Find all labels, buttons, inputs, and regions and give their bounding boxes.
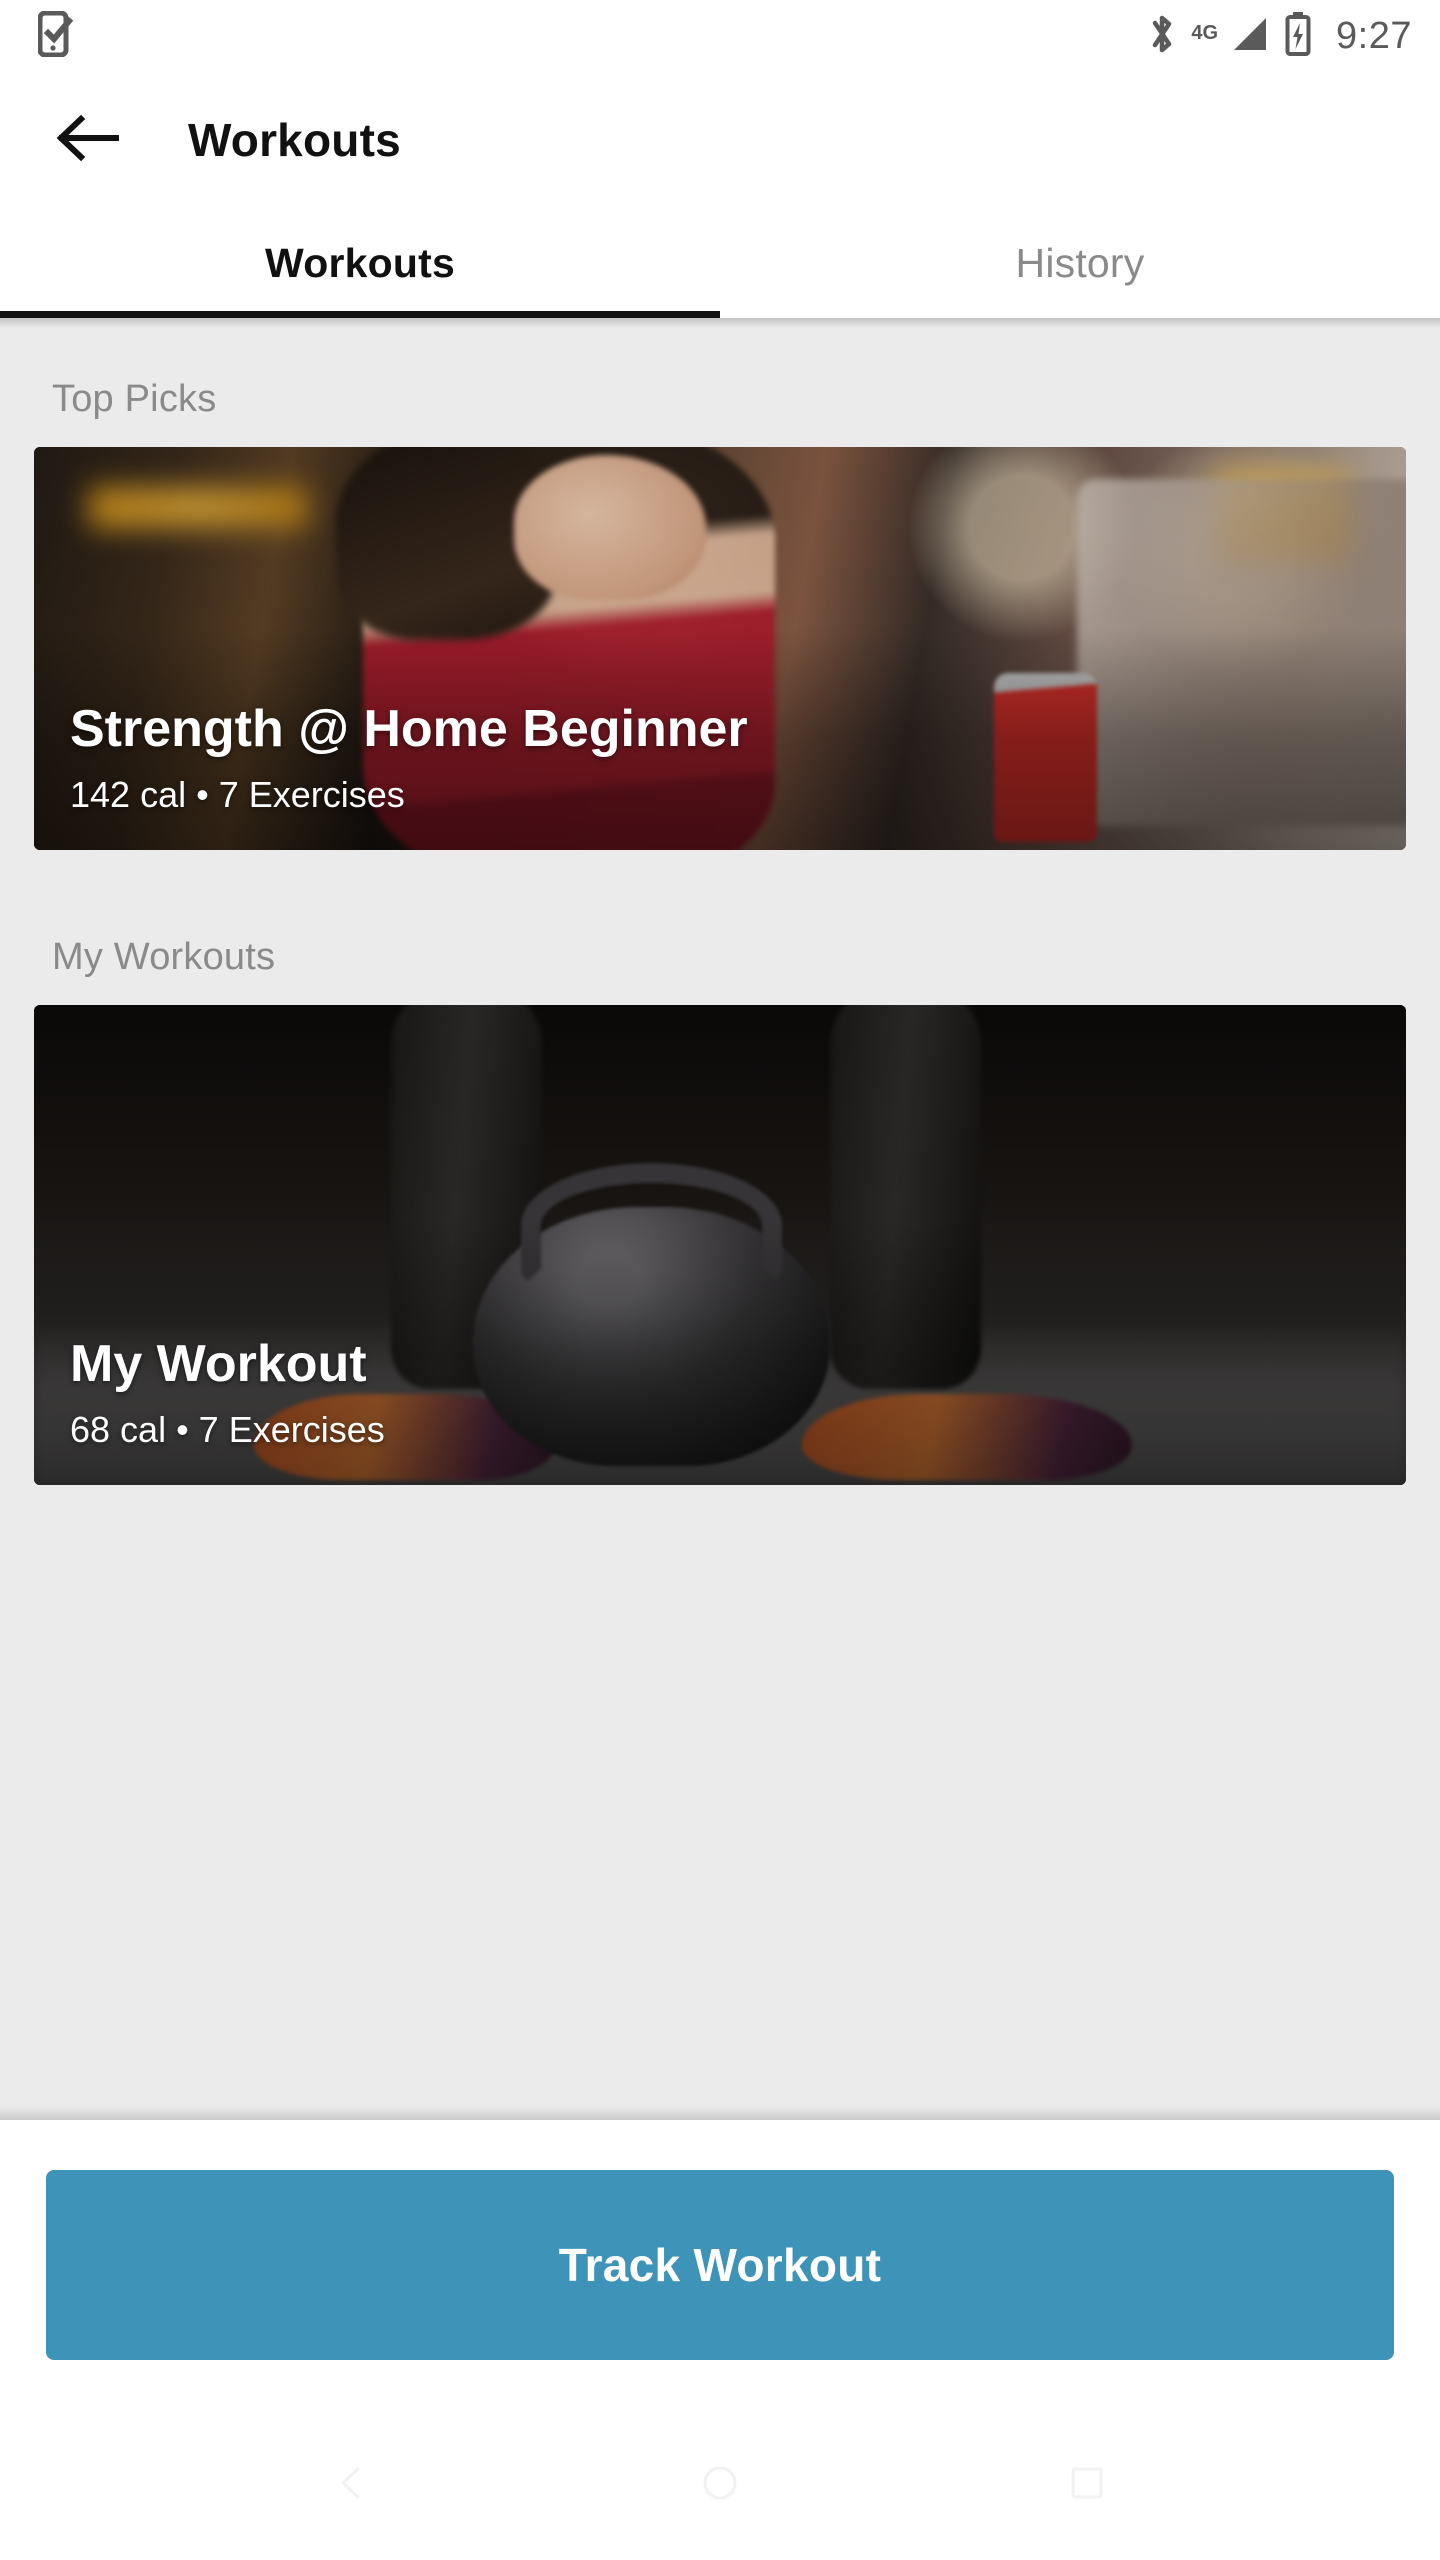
- workout-card-title: Strength @ Home Beginner: [70, 699, 748, 758]
- app-bar: Workouts: [0, 72, 1440, 208]
- status-bar-clock: 9:27: [1336, 15, 1412, 57]
- workouts-scroll-area[interactable]: Top Picks Strength @ Home Beginner 142 c…: [0, 318, 1440, 2290]
- bluetooth-icon: [1147, 12, 1177, 61]
- workout-card-text-block: Strength @ Home Beginner 142 cal • 7 Exe…: [70, 699, 748, 816]
- workout-card-subtitle: 142 cal • 7 Exercises: [70, 774, 405, 815]
- workout-card-title: My Workout: [70, 1334, 367, 1393]
- section-header-my-workouts: My Workouts: [52, 936, 276, 978]
- section-header-top-picks: Top Picks: [52, 378, 217, 420]
- workout-card-strength-at-home-beginner[interactable]: Strength @ Home Beginner 142 cal • 7 Exe…: [34, 447, 1406, 850]
- signal-bars-icon: [1228, 12, 1270, 61]
- phone-check-icon: [37, 10, 78, 62]
- back-button[interactable]: [42, 94, 134, 186]
- arrow-left-icon: [56, 114, 120, 167]
- tab-history-label: History: [1015, 239, 1145, 286]
- triangle-back-icon: [330, 2460, 376, 2511]
- nav-recents-button[interactable]: [1027, 2425, 1147, 2545]
- tab-workouts-label: Workouts: [265, 239, 455, 286]
- workout-card-my-workout[interactable]: My Workout 68 cal • 7 Exercises: [34, 1005, 1406, 1485]
- status-bar-left: [37, 10, 78, 62]
- tab-bar: Workouts History: [0, 208, 1440, 318]
- nav-home-button[interactable]: [660, 2425, 780, 2545]
- status-bar: 4G 9:27: [0, 0, 1440, 72]
- tab-history[interactable]: History: [720, 208, 1440, 318]
- workout-card-text-block: My Workout 68 cal • 7 Exercises: [70, 1334, 385, 1451]
- page-title: Workouts: [188, 114, 401, 166]
- circle-home-icon: [697, 2460, 743, 2511]
- tab-workouts[interactable]: Workouts: [0, 208, 720, 318]
- track-workout-button[interactable]: Track Workout: [46, 2170, 1394, 2360]
- square-recents-icon: [1064, 2460, 1110, 2511]
- battery-charging-icon: [1284, 11, 1312, 62]
- tab-active-indicator: [0, 311, 720, 318]
- nav-back-button[interactable]: [293, 2425, 413, 2545]
- android-navigation-bar: [0, 2410, 1440, 2560]
- app-screen: 4G 9:27 Workouts Workouts History Top Pi…: [0, 0, 1440, 2560]
- status-bar-right: 4G 9:27: [1147, 11, 1412, 62]
- bottom-action-bar: Track Workout: [0, 2106, 1440, 2410]
- workout-card-subtitle: 68 cal • 7 Exercises: [70, 1409, 385, 1450]
- network-type-label: 4G: [1191, 21, 1219, 44]
